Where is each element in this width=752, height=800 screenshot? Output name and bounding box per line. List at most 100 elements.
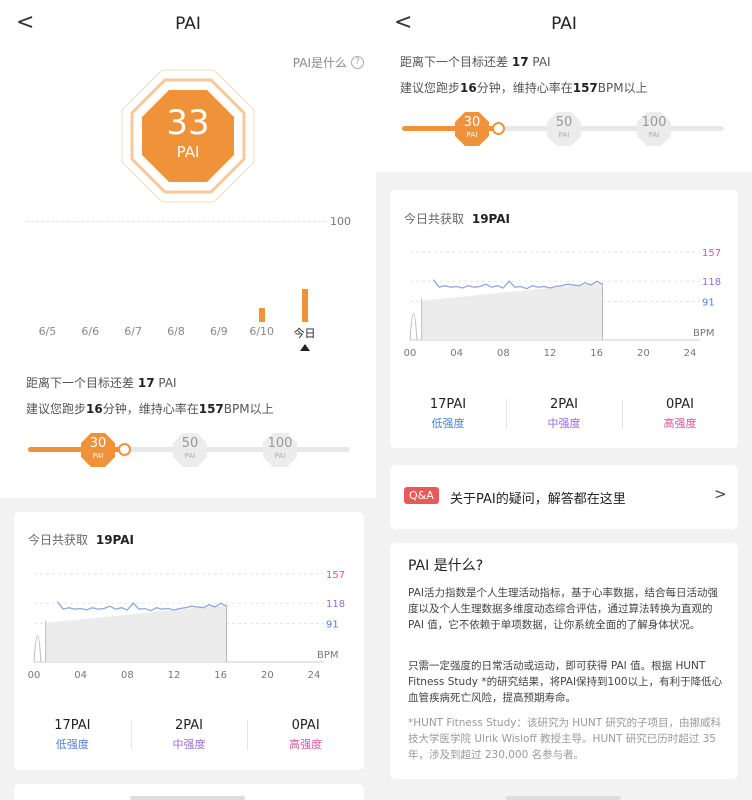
- y-unit-label: BPM: [317, 650, 339, 661]
- intensity-summary: 17PAI 低强度 2PAI 中强度 0PAI 高强度: [14, 718, 364, 758]
- intensity-label-1: 中强度: [547, 417, 581, 430]
- x-tick-08: 08: [497, 348, 510, 359]
- milestone-50-unit: PAI: [184, 452, 196, 460]
- advice-b: 分钟，维持心率在: [476, 81, 573, 95]
- intensity-divider: [247, 720, 249, 750]
- page-title: PAI: [175, 14, 201, 34]
- goal-unit: PAI: [158, 376, 177, 390]
- y-tick-157: 157: [326, 570, 345, 581]
- goal-prefix: 距离下一个目标还差: [400, 55, 509, 69]
- goal-unit: PAI: [532, 55, 551, 69]
- goal-text: 距离下一个目标还差 17 PAI: [26, 374, 177, 391]
- advice-a: 建议您跑步: [400, 81, 461, 95]
- intensity-divider: [130, 720, 132, 750]
- advice-minutes: 16: [86, 402, 103, 416]
- y-tick-91: 91: [326, 620, 339, 631]
- milestone-100-value: 100: [641, 115, 667, 130]
- today-value: 19PAI: [471, 212, 510, 226]
- milestone-100-unit: PAI: [648, 131, 660, 139]
- intensity-value-2: 0PAI: [291, 718, 320, 733]
- qa-badge: Q&A: [404, 487, 439, 504]
- page-title: PAI: [551, 14, 577, 34]
- hr-area: [421, 282, 603, 340]
- qa-text: 关于PAI的疑问，解答都在这里: [450, 492, 626, 507]
- current-progress-marker: [492, 122, 505, 135]
- y-tick-91: 91: [702, 298, 715, 309]
- intensity-value-0: 17PAI: [429, 397, 467, 412]
- advice-text: 建议您跑步16分钟，维持心率在157BPM以上: [26, 400, 274, 417]
- y-tick-157: 157: [702, 248, 721, 259]
- x-tick-16: 16: [590, 348, 603, 359]
- goal-prefix: 距离下一个目标还差: [26, 376, 135, 390]
- goal-text: 距离下一个目标还差 17 PAI: [400, 53, 551, 70]
- bar-label-6/9[interactable]: 6/9: [197, 325, 240, 338]
- x-tick-00: 00: [404, 348, 417, 359]
- advice-text: 建议您跑步16分钟，维持心率在157BPM以上: [400, 79, 648, 96]
- about-paragraph-1: PAI活力指数是个人生理活动指标，基于心率数据，结合每日活动强度以及个人生理数据…: [408, 587, 718, 631]
- about-paragraph-2: 只需一定强度的日常活动或运动，即可获得 PAI 值。根据 HUNT Fitnes…: [408, 660, 723, 704]
- x-tick-04: 04: [450, 348, 463, 359]
- left-screen: < PAI PAI是什么 ? 33 PAI 100 6/5 6/6 6/7 6/8 6/…: [0, 0, 376, 800]
- bar-label-今日[interactable]: 今日: [283, 325, 326, 341]
- about-footnote: *HUNT Fitness Study：该研究为 HUNT 研究的子项目，由挪威…: [408, 717, 721, 761]
- help-circle-icon: ?: [351, 56, 364, 69]
- heart-rate-chart: 157 118 91 BPM 00 04 08 12 16 20 24: [404, 248, 721, 359]
- about-title: PAI 是什么?: [408, 558, 484, 574]
- milestone-30-value: 30: [463, 115, 481, 130]
- intensity-value-1: 2PAI: [174, 718, 203, 733]
- hr-area: [45, 604, 227, 662]
- intensity-summary: 17PAI 低强度 2PAI 中强度 0PAI 高强度: [390, 397, 738, 437]
- y-unit-label: BPM: [693, 328, 715, 339]
- bar-chart-ymax: 100: [330, 215, 351, 228]
- bar-6/10[interactable]: [258, 308, 265, 322]
- milestone-100-value: 100: [267, 436, 293, 451]
- advice-c: BPM以上: [223, 402, 274, 416]
- milestone-30-unit: PAI: [92, 452, 104, 460]
- bar-label-6/10[interactable]: 6/10: [240, 325, 283, 338]
- today-total: 今日共获取 19PAI: [404, 210, 510, 227]
- advice-b: 分钟，维持心率在: [102, 402, 199, 416]
- what-is-pai-link[interactable]: PAI是什么 ?: [293, 54, 364, 71]
- milestone-30-unit: PAI: [466, 131, 478, 139]
- intensity-label-0: 低强度: [431, 417, 465, 430]
- intensity-divider: [506, 399, 507, 429]
- milestone-100-unit: PAI: [274, 452, 286, 460]
- goal-value: 17: [511, 55, 529, 69]
- today-label: 今日共获取: [28, 533, 89, 547]
- x-tick-16: 16: [214, 670, 227, 681]
- today-value: 19PAI: [95, 533, 134, 547]
- x-tick-20: 20: [261, 670, 274, 681]
- intensity-label-2: 高强度: [663, 417, 697, 430]
- pai-score-unit: PAI: [176, 143, 200, 161]
- x-tick-20: 20: [637, 348, 650, 359]
- advice-c: BPM以上: [597, 81, 648, 95]
- x-tick-00: 00: [28, 670, 41, 681]
- what-is-pai-label: PAI是什么: [292, 56, 347, 70]
- advice-bpm: 157: [198, 402, 224, 416]
- y-tick-118: 118: [702, 277, 721, 288]
- today-label: 今日共获取: [404, 212, 465, 226]
- x-tick-04: 04: [74, 670, 87, 681]
- chevron-right-icon[interactable]: >: [714, 485, 727, 503]
- weekly-bar-chart: [26, 222, 326, 322]
- current-progress-marker: [118, 443, 131, 456]
- x-tick-24: 24: [684, 348, 697, 359]
- x-tick-12: 12: [168, 670, 181, 681]
- intensity-value-2: 0PAI: [665, 397, 694, 412]
- bar-今日[interactable]: [301, 289, 308, 322]
- intensity-value-1: 2PAI: [549, 397, 578, 412]
- intensity-value-0: 17PAI: [54, 718, 91, 733]
- advice-minutes: 16: [460, 81, 477, 95]
- home-indicator: [506, 796, 621, 800]
- milestone-30-value: 30: [89, 436, 107, 451]
- bar-label-6/7[interactable]: 6/7: [112, 325, 155, 338]
- bar-label-6/6[interactable]: 6/6: [69, 325, 112, 338]
- x-tick-08: 08: [121, 670, 134, 681]
- intensity-label-1: 中强度: [172, 738, 206, 751]
- advice-bpm: 157: [572, 81, 598, 95]
- milestone-50-value: 50: [555, 115, 573, 130]
- bar-label-6/8[interactable]: 6/8: [155, 325, 198, 338]
- bar-label-6/5[interactable]: 6/5: [26, 325, 69, 338]
- pai-score-value: 33: [166, 103, 210, 143]
- right-screen: < PAI 距离下一个目标还差 17 PAI 建议您跑步16分钟，维持心率在15…: [376, 0, 752, 800]
